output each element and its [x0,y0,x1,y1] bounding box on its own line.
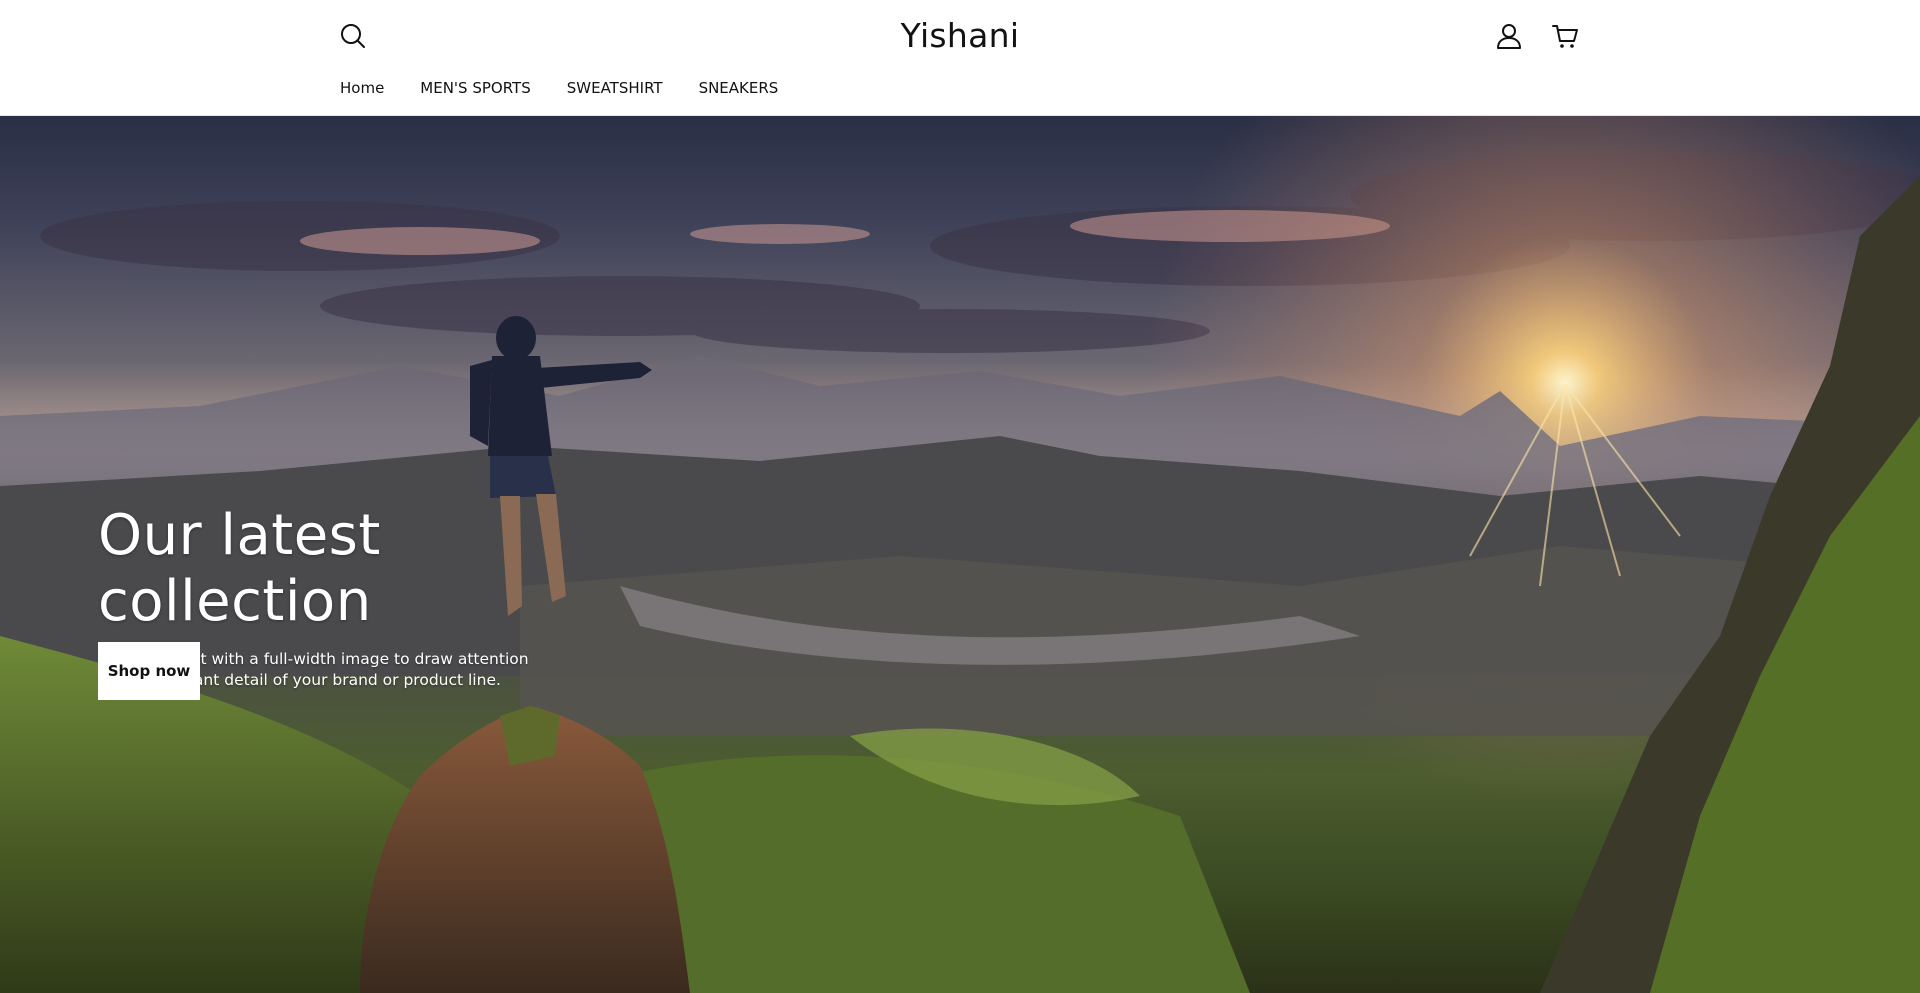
nav-item-sweatshirt[interactable]: SWEATSHIRT [567,76,663,100]
main-nav: Home MEN'S SPORTS SWEATSHIRT SNEAKERS [340,76,814,100]
site-logo[interactable]: Yishani [901,16,1020,55]
account-icon [1497,24,1521,49]
cart-button[interactable] [1547,18,1583,54]
nav-item-sneakers[interactable]: SNEAKERS [699,76,779,100]
hero-banner: Our latest collection Pair large text wi… [0,116,1920,993]
hero-title: Our latest collection [98,503,381,634]
site-header: Yishani Home MEN'S SPORTS SWEATSHIRT SNE… [0,0,1920,116]
site-logo-container: Yishani [0,16,1920,55]
nav-item-mens-sports[interactable]: MEN'S SPORTS [420,76,530,100]
search-icon [341,24,365,48]
header-top-bar: Yishani [0,0,1920,72]
cart-icon [1552,25,1578,48]
nav-item-home[interactable]: Home [340,76,384,100]
search-button[interactable] [336,19,370,53]
account-button[interactable] [1491,18,1527,54]
shop-now-button[interactable]: Shop now [98,642,200,700]
